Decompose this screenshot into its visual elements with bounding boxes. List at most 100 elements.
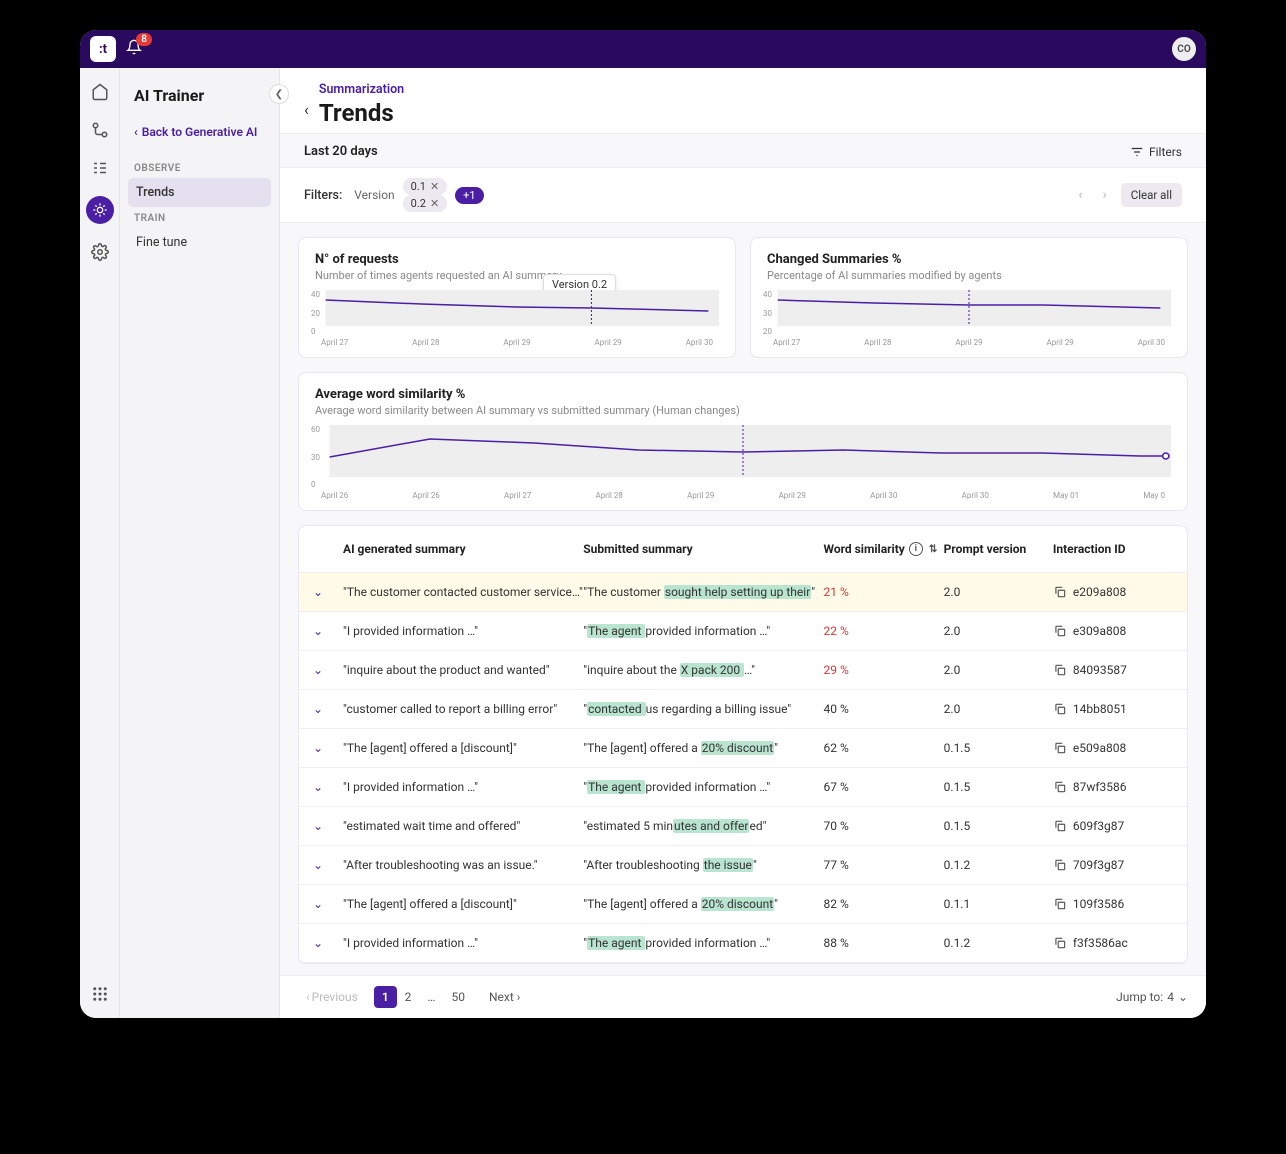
route-icon[interactable]: [90, 120, 110, 140]
sidebar-item[interactable]: Trends: [128, 178, 271, 207]
submitted-summary-cell: "The [agent] offered a 20% discount": [583, 741, 823, 755]
next-button[interactable]: Next ›: [481, 986, 528, 1008]
interaction-id-cell: e309a808: [1053, 624, 1173, 638]
filters-label: Filters: [1149, 145, 1182, 159]
copy-icon[interactable]: [1053, 936, 1067, 950]
chevron-down-icon[interactable]: ⌄: [313, 897, 343, 911]
filter-icon: [1130, 145, 1144, 159]
page-button[interactable]: 50: [443, 986, 473, 1008]
interaction-id-cell: e509a808: [1053, 741, 1173, 755]
page-button[interactable]: 2: [397, 986, 420, 1008]
info-icon[interactable]: i: [909, 542, 923, 556]
word-sim-cell: 82 %: [824, 897, 944, 911]
table-row[interactable]: ⌄"estimated wait time and offered""estim…: [299, 807, 1187, 846]
copy-icon[interactable]: [1053, 897, 1067, 911]
card-changed: Changed Summaries % Percentage of AI sum…: [750, 237, 1188, 358]
copy-icon[interactable]: [1053, 585, 1067, 599]
changed-chart: [767, 290, 1171, 336]
list-icon[interactable]: [90, 158, 110, 178]
prompt-version-cell: 2.0: [944, 702, 1053, 716]
interaction-id-cell: 109f3586: [1053, 897, 1173, 911]
table-row[interactable]: ⌄"I provided information …""The agent pr…: [299, 768, 1187, 807]
nav-rail: [80, 68, 120, 1018]
back-link[interactable]: ‹ Back to Generative AI: [128, 119, 271, 145]
table-row[interactable]: ⌄"inquire about the product and wanted""…: [299, 651, 1187, 690]
chevron-down-icon[interactable]: ⌄: [313, 780, 343, 794]
filters-button[interactable]: Filters: [1130, 145, 1182, 159]
word-sim-cell: 62 %: [824, 741, 944, 755]
breadcrumb[interactable]: Summarization: [319, 82, 404, 97]
copy-icon[interactable]: [1053, 663, 1067, 677]
interaction-id-cell: 709f3g87: [1053, 858, 1173, 872]
table-row[interactable]: ⌄"customer called to report a billing er…: [299, 690, 1187, 729]
back-arrow-icon[interactable]: ‹: [304, 100, 309, 119]
chevron-left-icon[interactable]: ‹: [1072, 183, 1088, 207]
submitted-summary-cell: "contacted us regarding a billing issue": [583, 702, 823, 716]
table-row[interactable]: ⌄"After troubleshooting was an issue.""A…: [299, 846, 1187, 885]
table-row[interactable]: ⌄"The customer contacted customer servic…: [299, 573, 1187, 612]
sidebar-item[interactable]: Fine tune: [128, 228, 271, 257]
chevron-down-icon[interactable]: ⌄: [313, 624, 343, 638]
gear-icon[interactable]: [90, 242, 110, 262]
chevron-down-icon[interactable]: ⌄: [313, 741, 343, 755]
home-icon[interactable]: [90, 82, 110, 102]
chevron-down-icon[interactable]: ⌄: [313, 702, 343, 716]
collapse-panel-icon[interactable]: ❮: [269, 84, 289, 104]
copy-icon[interactable]: [1053, 624, 1067, 638]
word-sim-cell: 77 %: [824, 858, 944, 872]
word-sim-cell: 70 %: [824, 819, 944, 833]
close-icon[interactable]: ✕: [430, 197, 439, 210]
sort-icon[interactable]: ⇅: [929, 544, 937, 555]
copy-icon[interactable]: [1053, 819, 1067, 833]
table-row[interactable]: ⌄"I provided information …""The agent pr…: [299, 924, 1187, 963]
prompt-version-cell: 2.0: [944, 585, 1053, 599]
chevron-down-icon[interactable]: ⌄: [313, 936, 343, 950]
date-range[interactable]: Last 20 days: [304, 144, 378, 159]
chevron-down-icon[interactable]: ⌄: [313, 858, 343, 872]
submitted-summary-cell: "The [agent] offered a 20% discount": [583, 897, 823, 911]
ai-summary-cell: "The customer contacted customer service…: [343, 585, 583, 599]
apps-icon[interactable]: [90, 984, 110, 1004]
chevron-down-icon[interactable]: ⌄: [313, 819, 343, 833]
card-title: Changed Summaries %: [767, 252, 1171, 267]
submitted-summary-cell: "After troubleshooting the issue": [583, 858, 823, 872]
table-row[interactable]: ⌄"The [agent] offered a [discount]""The …: [299, 885, 1187, 924]
brain-icon[interactable]: [86, 196, 114, 224]
notifications-icon[interactable]: 8: [126, 39, 142, 59]
chevron-right-icon[interactable]: ›: [1097, 183, 1113, 207]
app-logo[interactable]: :t: [90, 36, 116, 62]
chevron-down-icon[interactable]: ⌄: [313, 585, 343, 599]
ai-summary-cell: "The [agent] offered a [discount]": [343, 741, 583, 755]
prev-button[interactable]: ‹Previous: [298, 986, 366, 1008]
avatar[interactable]: CO: [1172, 37, 1196, 61]
prompt-version-cell: 0.1.5: [944, 819, 1053, 833]
pager: ‹Previous 12…50 Next › Jump to: 4 ⌄: [280, 975, 1206, 1018]
panel-title: AI Trainer: [128, 82, 271, 119]
copy-icon[interactable]: [1053, 858, 1067, 872]
table-row[interactable]: ⌄"I provided information …""The agent pr…: [299, 612, 1187, 651]
close-icon[interactable]: ✕: [430, 180, 439, 193]
copy-icon[interactable]: [1053, 780, 1067, 794]
page-title: Trends: [319, 99, 404, 127]
page-button[interactable]: …: [419, 986, 443, 1008]
similarity-chart: [315, 425, 1171, 489]
col-iid: Interaction ID: [1053, 542, 1173, 556]
jump-to[interactable]: Jump to: 4 ⌄: [1116, 990, 1188, 1004]
chevron-down-icon[interactable]: ⌄: [313, 663, 343, 677]
clear-all-button[interactable]: Clear all: [1121, 183, 1182, 207]
ai-summary-cell: "I provided information …": [343, 624, 583, 638]
col-ws[interactable]: Word similarity i ⇅: [824, 542, 944, 556]
filter-more-chip[interactable]: +1: [455, 187, 483, 204]
word-sim-cell: 40 %: [824, 702, 944, 716]
copy-icon[interactable]: [1053, 741, 1067, 755]
submitted-summary-cell: "inquire about the X pack 200 …": [583, 663, 823, 677]
card-requests: N° of requests Number of times agents re…: [298, 237, 736, 358]
copy-icon[interactable]: [1053, 702, 1067, 716]
interaction-id-cell: 14bb8051: [1053, 702, 1173, 716]
filter-chip[interactable]: 0.2 ✕: [403, 195, 447, 212]
page-button[interactable]: 1: [374, 986, 397, 1008]
filter-field: Version: [354, 188, 394, 202]
filter-chip[interactable]: 0.1 ✕: [403, 178, 447, 195]
ai-summary-cell: "I provided information …": [343, 780, 583, 794]
table-row[interactable]: ⌄"The [agent] offered a [discount]""The …: [299, 729, 1187, 768]
